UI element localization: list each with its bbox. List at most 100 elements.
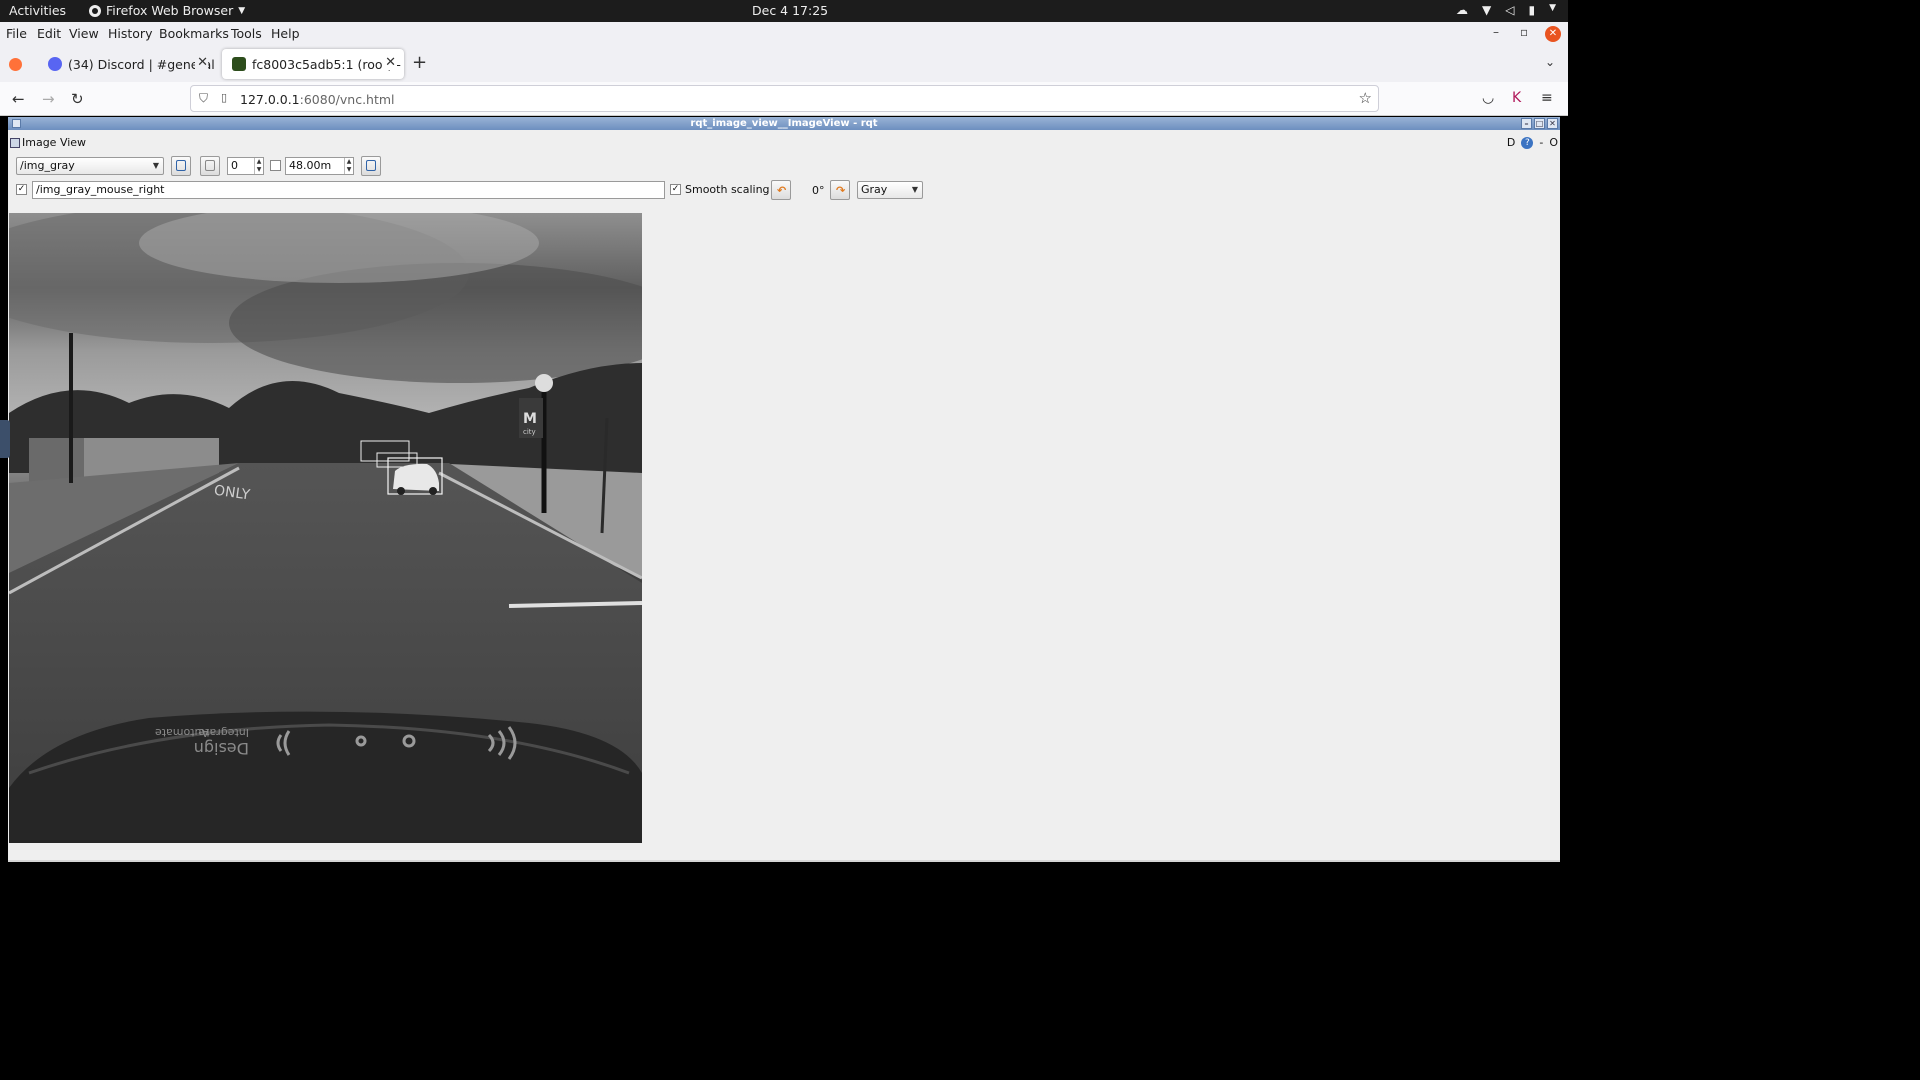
chevron-down-icon: ▼ [152,161,159,170]
car-wheel [397,487,405,495]
system-tray[interactable]: ☁ ▼ ◁ ▮ ▼ [1456,3,1556,17]
bookmark-star-icon[interactable]: ☆ [1359,89,1372,107]
rqt-window-title: rqt_image_view__ImageView - rqt [690,118,878,129]
minimize-icon[interactable]: – [1493,25,1499,39]
clock[interactable]: Dec 4 17:25 [752,3,828,18]
firefox-icon [89,4,101,17]
smooth-scaling-checkbox[interactable]: ✓ [670,184,681,195]
spin-arrows-icon[interactable]: ▲ ▼ [344,158,353,174]
rqt-window-controls: – □ ✕ [1521,118,1558,129]
vehicle-hood [9,711,642,843]
new-tab-plus-icon[interactable]: + [412,52,427,73]
extension-icon[interactable]: K [1512,90,1521,106]
smooth-scaling-label: Smooth scaling [685,183,770,196]
tab-discord[interactable]: (34) Discord | #general | ✕ [38,49,216,79]
rqt-close-icon[interactable]: ✕ [1547,118,1558,129]
tracking-shield-icon[interactable]: ⛉ [199,91,208,106]
chevron-down-icon: ▼ [911,185,918,194]
close-plugin-icon[interactable]: O [1549,136,1558,149]
vnc-sidebar-handle[interactable] [0,420,10,458]
camera-image[interactable]: ONLY M city Design Integrate Automate [9,213,642,843]
max-range-spinbox[interactable]: 48.00m ▲ ▼ [285,157,354,175]
spin-arrows-icon[interactable]: ▲ ▼ [254,158,263,174]
menu-view[interactable]: View [69,26,99,41]
navigation-bar: ← → ↻ ⛉ ▯ 127.0.0.1:6080/vnc.html ☆ ◡ K … [0,82,1568,116]
rqt-maximize-icon[interactable]: □ [1534,118,1545,129]
url-bar[interactable]: ⛉ ▯ 127.0.0.1:6080/vnc.html ☆ [190,85,1379,112]
topic-value: /img_gray [20,159,75,172]
tab-label: fc8003c5adb5:1 (root) - n [252,56,404,72]
camera-scene: ONLY M city Design Integrate Automate [9,213,642,843]
rqt-window-titlebar[interactable]: rqt_image_view__ImageView - rqt – □ ✕ [8,117,1560,130]
battery-icon: ▮ [1528,3,1536,17]
vnc-viewport[interactable]: rqt_image_view__ImageView - rqt – □ ✕ Im… [8,117,1560,862]
list-all-tabs-icon[interactable]: ⌄ [1545,55,1555,69]
maximize-icon[interactable]: ▫ [1520,25,1528,39]
white-car [393,463,439,491]
chevron-down-icon: ▼ [238,5,246,16]
refresh-icon [176,160,186,171]
mouse-topic-field[interactable]: /img_gray_mouse_right [32,181,665,199]
url-host: 127.0.0.1 [240,92,300,107]
hood-text: Design [194,739,249,758]
activities-button[interactable]: Activities [9,3,66,18]
color-scheme-select[interactable]: Gray ▼ [857,181,923,199]
app-name: Firefox Web Browser [106,3,234,18]
window-close-icon[interactable]: ✕ [1545,26,1561,42]
firefox-view-icon[interactable] [9,58,22,71]
dock-toggle[interactable]: D [1507,136,1515,149]
app-menu[interactable]: Firefox Web Browser ▼ [89,3,245,18]
menu-tools[interactable]: Tools [231,26,262,41]
dynamic-range-checkbox[interactable] [270,160,281,171]
max-range-value: 48.00m [289,159,332,172]
close-icon[interactable]: ✕ [383,55,396,70]
window-menu-icon[interactable] [12,119,21,128]
pocket-icon[interactable]: ◡ [1482,90,1494,106]
rotate-left-icon: ↶ [777,184,787,197]
menu-edit[interactable]: Edit [37,26,61,41]
discord-favicon-icon [48,57,62,71]
url-text[interactable]: 127.0.0.1:6080/vnc.html [240,92,395,107]
plugin-title: Image View [22,136,87,149]
zoom-1-button[interactable] [200,156,220,176]
color-scheme-value: Gray [861,183,888,196]
reload-icon[interactable]: ↻ [71,90,84,108]
menu-file[interactable]: File [6,26,27,41]
zoom-icon [205,160,215,171]
rotation-label: 0° [812,184,825,197]
sign-letter: M [523,411,537,427]
mouse-topic-value: /img_gray_mouse_right [36,183,165,196]
tab-vnc[interactable]: fc8003c5adb5:1 (root) - n ✕ [222,49,404,79]
app-menu-icon[interactable]: ≡ [1541,90,1553,106]
screen: Activities Firefox Web Browser ▼ Dec 4 1… [0,0,1568,882]
lamp-globe [535,374,553,392]
num-gridlines-spinbox[interactable]: 0 ▲ ▼ [227,157,264,175]
hood-text: Automate [155,726,209,739]
vnc-favicon-icon [232,57,246,71]
topic-select[interactable]: /img_gray ▼ [16,157,164,175]
spin-value: 0 [231,159,238,172]
plugin-header: Image View [10,136,86,149]
sign-subtext: city [523,428,536,436]
minimize-plugin-icon[interactable]: - [1539,136,1543,149]
building [29,438,84,483]
back-icon[interactable]: ← [12,90,25,108]
cloud-icon: ☁ [1456,3,1468,17]
refresh-topics-button[interactable] [171,156,191,176]
rotate-left-button[interactable]: ↶ [771,180,791,200]
menu-bookmarks[interactable]: Bookmarks [159,26,229,41]
system-top-bar: Activities Firefox Web Browser ▼ Dec 4 1… [0,0,1568,22]
menu-help[interactable]: Help [271,26,300,41]
forward-icon[interactable]: → [42,90,55,108]
save-image-button[interactable] [361,156,381,176]
save-icon [366,160,376,171]
status-divider [8,860,1560,862]
help-icon[interactable]: ? [1521,136,1534,149]
menu-history[interactable]: History [108,26,152,41]
rqt-minimize-icon[interactable]: – [1521,118,1532,129]
rotate-right-button[interactable]: ↷ [830,180,850,200]
close-icon[interactable]: ✕ [195,55,208,70]
publish-click-checkbox[interactable]: ✓ [16,184,27,195]
rotate-right-icon: ↷ [836,184,846,197]
page-info-icon[interactable]: ▯ [221,91,227,104]
